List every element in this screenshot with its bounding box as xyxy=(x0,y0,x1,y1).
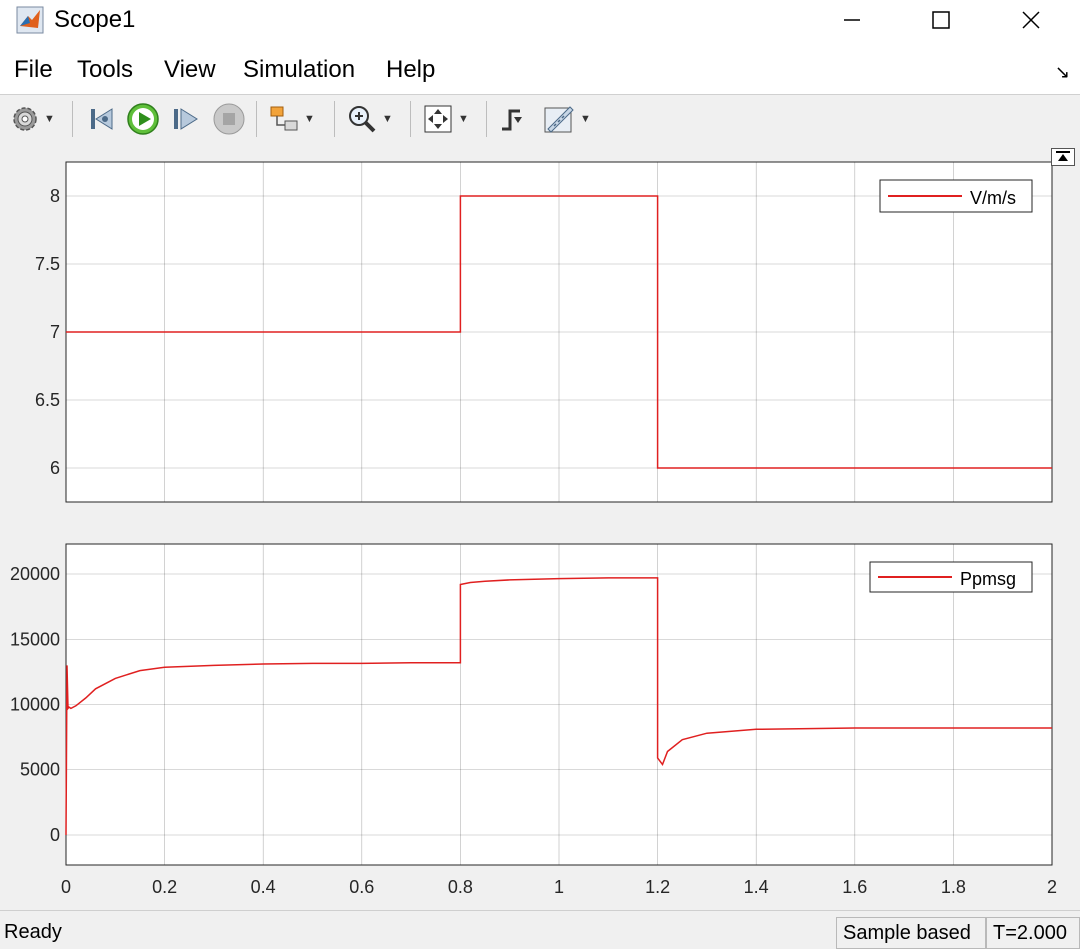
x-tick-label: 1.8 xyxy=(941,877,966,897)
legend-bottom[interactable]: Ppmsg xyxy=(869,561,1033,593)
y-tick-label: 0 xyxy=(50,825,60,845)
scope-figure: 6 6.5 7 7.5 8 V/m/s 0 5000 10000 15000 20000 0 0.… xyxy=(10,161,1057,897)
y-tick-label: 6.5 xyxy=(35,390,60,410)
legend-label-speed: V/m/s xyxy=(970,188,1016,208)
x-tick-label: 1.6 xyxy=(842,877,867,897)
x-tick-label: 0.2 xyxy=(152,877,177,897)
y-tick-label: 8 xyxy=(50,186,60,206)
y-tick-label: 7.5 xyxy=(35,254,60,274)
status-bar: Ready Sample based T=2.000 xyxy=(0,910,1080,949)
simulation-time: T=2.000 xyxy=(986,917,1080,949)
sample-mode-indicator: Sample based xyxy=(836,917,986,949)
x-tick-label: 1 xyxy=(554,877,564,897)
status-text: Ready xyxy=(4,921,62,943)
x-tick-label: 0.8 xyxy=(448,877,473,897)
legend-top[interactable]: V/m/s xyxy=(879,179,1033,213)
y-tick-label: 10000 xyxy=(10,695,60,715)
pin-icon[interactable] xyxy=(1051,148,1075,166)
legend-label-power: Ppmsg xyxy=(960,569,1016,589)
x-tick-label: 1.2 xyxy=(645,877,670,897)
y-tick-label: 20000 xyxy=(10,564,60,584)
y-tick-label: 6 xyxy=(50,458,60,478)
x-tick-label: 1.4 xyxy=(744,877,769,897)
y-tick-label: 15000 xyxy=(10,629,60,649)
x-tick-label: 0.6 xyxy=(349,877,374,897)
x-tick-label: 0.4 xyxy=(251,877,276,897)
y-tick-label: 7 xyxy=(50,322,60,342)
x-tick-label: 2 xyxy=(1047,877,1057,897)
y-tick-label: 5000 xyxy=(20,760,60,780)
x-tick-label: 0 xyxy=(61,877,71,897)
